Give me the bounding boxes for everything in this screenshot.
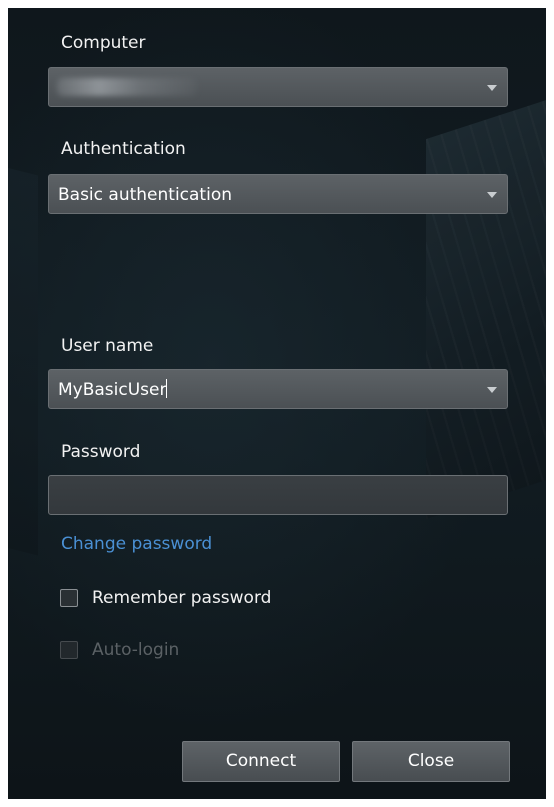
authentication-value: Basic authentication [58, 185, 232, 205]
password-field[interactable] [48, 475, 508, 515]
change-password-link[interactable]: Change password [61, 533, 212, 555]
background-pillar-graphic [8, 160, 38, 556]
computer-dropdown[interactable] [48, 67, 508, 107]
password-label: Password [61, 442, 141, 462]
login-dialog: Computer Authentication Basic authentica… [8, 8, 546, 799]
username-value-wrapper: MyBasicUser [58, 379, 168, 401]
remember-password-checkbox[interactable] [60, 589, 78, 607]
chevron-down-icon [487, 192, 497, 198]
chevron-down-icon [487, 387, 497, 393]
auto-login-checkbox [60, 641, 78, 659]
computer-value-redacted [57, 78, 197, 96]
close-button[interactable]: Close [352, 741, 510, 782]
background-building-graphic [426, 96, 546, 520]
username-combobox[interactable]: MyBasicUser [48, 369, 508, 409]
auto-login-label: Auto-login [92, 640, 180, 660]
username-value: MyBasicUser [58, 380, 167, 400]
auto-login-row: Auto-login [60, 639, 179, 661]
username-label: User name [61, 336, 154, 356]
authentication-label: Authentication [61, 139, 186, 159]
chevron-down-icon [487, 85, 497, 91]
remember-password-label[interactable]: Remember password [92, 587, 271, 609]
computer-label: Computer [61, 33, 146, 53]
connect-button[interactable]: Connect [182, 741, 340, 782]
authentication-dropdown[interactable]: Basic authentication [48, 174, 508, 214]
text-cursor [166, 379, 168, 398]
remember-password-row[interactable]: Remember password [60, 587, 271, 609]
